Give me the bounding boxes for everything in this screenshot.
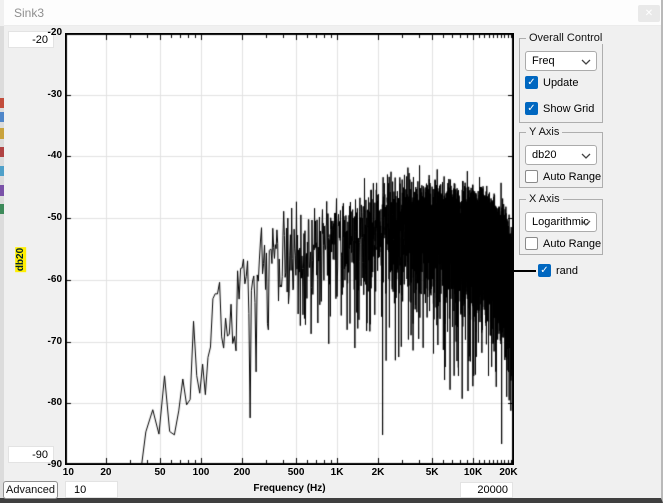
- overall-control-dropdown[interactable]: Freq: [525, 51, 597, 71]
- y-tick-label: -30: [26, 89, 62, 100]
- x-auto-range-checkbox[interactable]: ✓: [525, 237, 538, 250]
- x-tick-label: 2K: [372, 467, 385, 478]
- x-tick-label: 200: [234, 467, 251, 478]
- desktop-fragment: [0, 112, 4, 122]
- chevron-down-icon: [581, 59, 591, 65]
- x-axis-group: X Axis Logarithmic ✓ Auto Range: [519, 199, 603, 255]
- x-auto-range-row: ✓ Auto Range: [525, 237, 601, 250]
- close-icon[interactable]: ✕: [638, 5, 660, 22]
- sink-window: Sink3 ✕ db20 Frequency (Hz) 10 20 50 100 200…: [0, 0, 663, 503]
- x-tick-label: 100: [193, 467, 210, 478]
- chevron-down-icon: [581, 153, 591, 159]
- y-tick-label: -40: [26, 150, 62, 161]
- x-auto-range-label: Auto Range: [543, 238, 601, 250]
- y-tick-label: -70: [26, 336, 62, 347]
- y-auto-range-row: ✓ Auto Range: [525, 170, 601, 183]
- y-tick-label: -20: [26, 27, 62, 38]
- x-axis-title: Frequency (Hz): [65, 483, 514, 494]
- x-min-input[interactable]: [65, 481, 118, 498]
- legend: ✓ rand: [514, 264, 578, 277]
- desktop-fragment: [0, 147, 4, 157]
- x-tick-label: 50: [155, 467, 166, 478]
- x-tick-label: 20K: [499, 467, 517, 478]
- x-tick-label: 1K: [331, 467, 344, 478]
- desktop-background-strip: [0, 26, 4, 498]
- y-axis-group: Y Axis db20 ✓ Auto Range: [519, 132, 603, 188]
- y-axis-value: db20: [532, 149, 556, 161]
- y-axis-dropdown[interactable]: db20: [525, 145, 597, 165]
- chevron-down-icon: [581, 220, 591, 226]
- x-tick-label: 500: [288, 467, 305, 478]
- window-title: Sink3: [14, 6, 44, 20]
- overall-control-value: Freq: [532, 55, 555, 67]
- x-axis-group-label: X Axis: [526, 193, 563, 205]
- update-checkbox[interactable]: ✓: [525, 76, 538, 89]
- desktop-fragment: [0, 185, 4, 196]
- desktop-fragment: [0, 128, 4, 139]
- x-tick-label: 5K: [426, 467, 439, 478]
- update-row: ✓ Update: [525, 76, 578, 89]
- show-grid-checkbox[interactable]: ✓: [525, 102, 538, 115]
- show-grid-label: Show Grid: [543, 103, 594, 115]
- check-icon: ✓: [540, 265, 548, 276]
- show-grid-row: ✓ Show Grid: [525, 102, 594, 115]
- y-auto-range-label: Auto Range: [543, 171, 601, 183]
- advanced-button[interactable]: Advanced: [3, 481, 58, 499]
- y-axis-group-label: Y Axis: [526, 126, 562, 138]
- window-titlebar[interactable]: Sink3 ✕: [4, 0, 661, 26]
- x-tick-label: 20: [100, 467, 111, 478]
- y-axis-title: db20: [15, 247, 26, 272]
- legend-rand-checkbox[interactable]: ✓: [538, 264, 551, 277]
- x-max-input[interactable]: [460, 482, 513, 498]
- y-tick-label: -60: [26, 274, 62, 285]
- y-tick-label: -50: [26, 212, 62, 223]
- x-tick-label: 10K: [464, 467, 482, 478]
- y-auto-range-checkbox[interactable]: ✓: [525, 170, 538, 183]
- desktop-fragment: [0, 98, 4, 108]
- x-axis-dropdown[interactable]: Logarithmic: [525, 212, 597, 232]
- x-tick-label: 10: [63, 467, 74, 478]
- check-icon: ✓: [527, 103, 535, 114]
- desktop-fragment: [0, 204, 4, 214]
- update-label: Update: [543, 77, 578, 89]
- y-tick-label: -80: [26, 397, 62, 408]
- y-tick-label: -90: [26, 459, 62, 470]
- overall-control-label: Overall Control: [526, 32, 605, 44]
- desktop-fragment: [0, 166, 4, 176]
- series-color-line: [514, 270, 536, 272]
- check-icon: ✓: [527, 77, 535, 88]
- legend-rand-label: rand: [556, 265, 578, 277]
- overall-control-group: Overall Control Freq ✓ Update ✓ Show Gri…: [519, 38, 603, 123]
- spectrum-plot[interactable]: [65, 33, 514, 465]
